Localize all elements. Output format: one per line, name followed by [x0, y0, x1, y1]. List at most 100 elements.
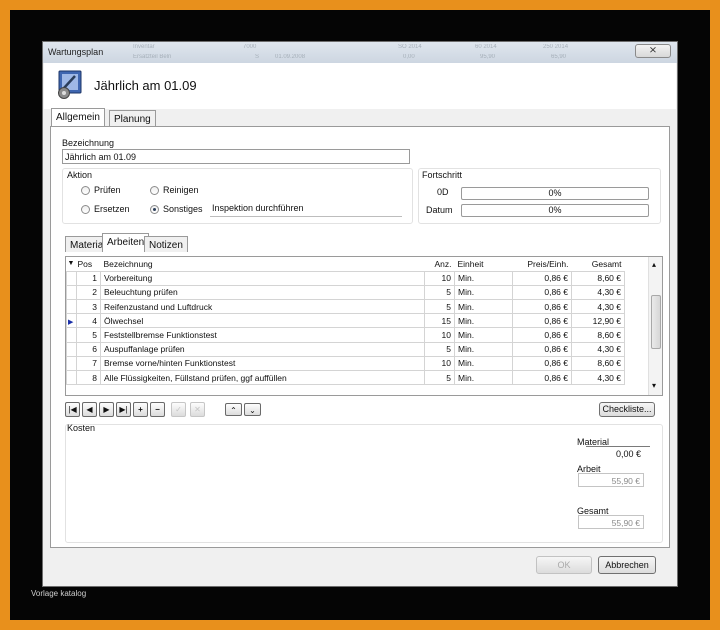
table-row[interactable]: 2 Beleuchtung prüfen 5 Min. 0,86 €4,30 € [66, 284, 625, 301]
pos-cell[interactable]: 3 [76, 299, 101, 315]
preis-cell[interactable]: 0,86 € [512, 284, 572, 301]
preis-cell[interactable]: 0,86 € [512, 313, 572, 329]
anz-cell[interactable]: 15 [424, 313, 455, 329]
move-down-button[interactable]: ⌄ [244, 403, 261, 416]
bezeichnung-field[interactable]: Jährlich am 01.09 [62, 149, 410, 164]
progress-0d-label: 0D [437, 187, 449, 197]
gesamt-cell[interactable]: 4,30 € [571, 299, 625, 315]
radio-sonstiges[interactable] [150, 205, 159, 214]
bezeichnung-cell[interactable]: Vorbereitung [100, 270, 425, 286]
einheit-cell[interactable]: Min. [454, 327, 513, 343]
table-row[interactable]: 8 Alle Flüssigkeiten, Füllstand prüfen, g… [66, 369, 625, 386]
scroll-down-icon[interactable]: ▾ [652, 381, 656, 390]
tab-planung[interactable]: Planung [109, 110, 156, 126]
preis-cell[interactable]: 0,86 € [512, 355, 572, 372]
pos-cell[interactable]: 7 [76, 355, 101, 372]
ghost-text: SO 2014 [398, 44, 422, 50]
preis-cell[interactable]: 0,86 € [512, 341, 572, 357]
close-icon: ⨯ [648, 45, 658, 56]
scrollbar-thumb[interactable] [651, 295, 661, 349]
anz-cell[interactable]: 10 [424, 327, 455, 343]
abbrechen-button[interactable]: Abbrechen [598, 556, 656, 574]
close-button[interactable]: ⨯ [635, 44, 671, 58]
radio-ersetzen[interactable] [81, 205, 90, 214]
einheit-cell[interactable]: Min. [454, 355, 513, 372]
grid-scrollbar[interactable]: ▴ ▾ [648, 257, 662, 395]
tab-arbeiten[interactable]: Arbeiten [102, 233, 150, 252]
bezeichnung-cell[interactable]: Bremse vorne/hinten Funktionstest [100, 355, 425, 372]
ghost-text: 60 2014 [475, 44, 497, 50]
gesamt-cell[interactable]: 12,90 € [571, 313, 625, 329]
checkliste-button[interactable]: Checkliste... [599, 402, 655, 417]
preis-cell[interactable]: 0,86 € [512, 299, 572, 315]
einheit-cell[interactable]: Min. [454, 284, 513, 301]
gesamt-cell[interactable]: 8,60 € [571, 355, 625, 372]
preis-cell[interactable]: 0,86 € [512, 270, 572, 286]
einheit-cell[interactable]: Min. [454, 299, 513, 315]
table-row[interactable]: 3 Reifenzustand und Luftdruck 5 Min. 0,86 €4… [66, 299, 625, 315]
column-header[interactable]: Bezeichnung [100, 257, 425, 272]
plus-icon: + [138, 405, 143, 414]
anz-cell[interactable]: 5 [424, 299, 455, 315]
einheit-cell[interactable]: Min. [454, 369, 513, 386]
column-header[interactable]: Gesamt [571, 257, 625, 272]
bezeichnung-cell[interactable]: Feststellbremse Funktionstest [100, 327, 425, 343]
anz-cell[interactable]: 5 [424, 369, 455, 386]
nav-first-button[interactable]: |◀ [65, 402, 80, 417]
einheit-cell[interactable]: Min. [454, 270, 513, 286]
column-header[interactable]: Preis/Einh. [512, 257, 572, 272]
bezeichnung-cell[interactable]: Ölwechsel [100, 313, 425, 329]
anz-cell[interactable]: 5 [424, 341, 455, 357]
anz-cell[interactable]: 10 [424, 270, 455, 286]
nav-post-button[interactable]: ✓ [171, 402, 186, 417]
nav-cancel-button[interactable]: ✕ [190, 402, 205, 417]
einheit-cell[interactable]: Min. [454, 313, 513, 329]
move-up-button[interactable]: ⌃ [225, 403, 242, 416]
radio-pruefen[interactable] [81, 186, 90, 195]
preis-cell[interactable]: 0,86 € [512, 369, 572, 386]
gesamt-cell[interactable]: 8,60 € [571, 327, 625, 343]
pos-cell[interactable]: 1 [76, 270, 101, 286]
nav-add-button[interactable]: + [133, 402, 148, 417]
bezeichnung-cell[interactable]: Reifenzustand und Luftdruck [100, 299, 425, 315]
table-row[interactable]: 6 Auspuffanlage prüfen 5 Min. 0,86 €4,30 € [66, 341, 625, 357]
pos-cell[interactable]: 5 [76, 327, 101, 343]
preis-cell[interactable]: 0,86 € [512, 327, 572, 343]
tab-allgemein[interactable]: Allgemein [51, 108, 105, 127]
pos-cell[interactable]: 6 [76, 341, 101, 357]
nav-prev-button[interactable]: ◀ [82, 402, 97, 417]
table-row[interactable]: 7 Bremse vorne/hinten Funktionstest 10 Min.… [66, 355, 625, 372]
gesamt-cell[interactable]: 4,30 € [571, 341, 625, 357]
scroll-up-icon[interactable]: ▴ [652, 260, 656, 269]
nav-last-button[interactable]: ▶| [116, 402, 131, 417]
column-header[interactable]: Einheit [454, 257, 513, 272]
anz-cell[interactable]: 10 [424, 355, 455, 372]
ghost-text: 0,00 [403, 54, 415, 60]
gesamt-cell[interactable]: 4,30 € [571, 369, 625, 386]
pos-cell[interactable]: 4 [76, 313, 101, 329]
anz-cell[interactable]: 5 [424, 284, 455, 301]
ghost-text: Inventar [133, 44, 155, 50]
gesamt-cell[interactable]: 4,30 € [571, 284, 625, 301]
column-header[interactable]: Anz. [424, 257, 455, 272]
row-indicator [66, 299, 77, 315]
bezeichnung-cell[interactable]: Auspuffanlage prüfen [100, 341, 425, 357]
title-bar[interactable]: Wartungsplan Inventar 7000 SO 2014 60 20… [43, 42, 677, 63]
column-header[interactable]: Pos [76, 257, 101, 272]
nav-next-button[interactable]: ▶ [99, 402, 114, 417]
einheit-cell[interactable]: Min. [454, 341, 513, 357]
nav-delete-button[interactable]: − [150, 402, 165, 417]
ok-button[interactable]: OK [536, 556, 592, 574]
table-row[interactable]: 1 Vorbereitung 10 Min. 0,86 €8,60 € [66, 270, 625, 286]
tab-notizen[interactable]: Notizen [144, 236, 188, 252]
gesamt-cell[interactable]: 8,60 € [571, 270, 625, 286]
table-row[interactable]: 5 Feststellbremse Funktionstest 10 Min. 0,86… [66, 327, 625, 343]
table-row[interactable]: ▶ 4 Ölwechsel 15 Min. 0,86 €12,90 € [66, 313, 625, 329]
sort-indicator-icon[interactable]: ▼ [66, 257, 77, 272]
pos-cell[interactable]: 2 [76, 284, 101, 301]
radio-reinigen[interactable] [150, 186, 159, 195]
sonstiges-field[interactable]: Inspektion durchführen [210, 201, 402, 217]
bezeichnung-cell[interactable]: Beleuchtung prüfen [100, 284, 425, 301]
pos-cell[interactable]: 8 [76, 369, 101, 386]
bezeichnung-cell[interactable]: Alle Flüssigkeiten, Füllstand prüfen, gg… [100, 369, 425, 386]
